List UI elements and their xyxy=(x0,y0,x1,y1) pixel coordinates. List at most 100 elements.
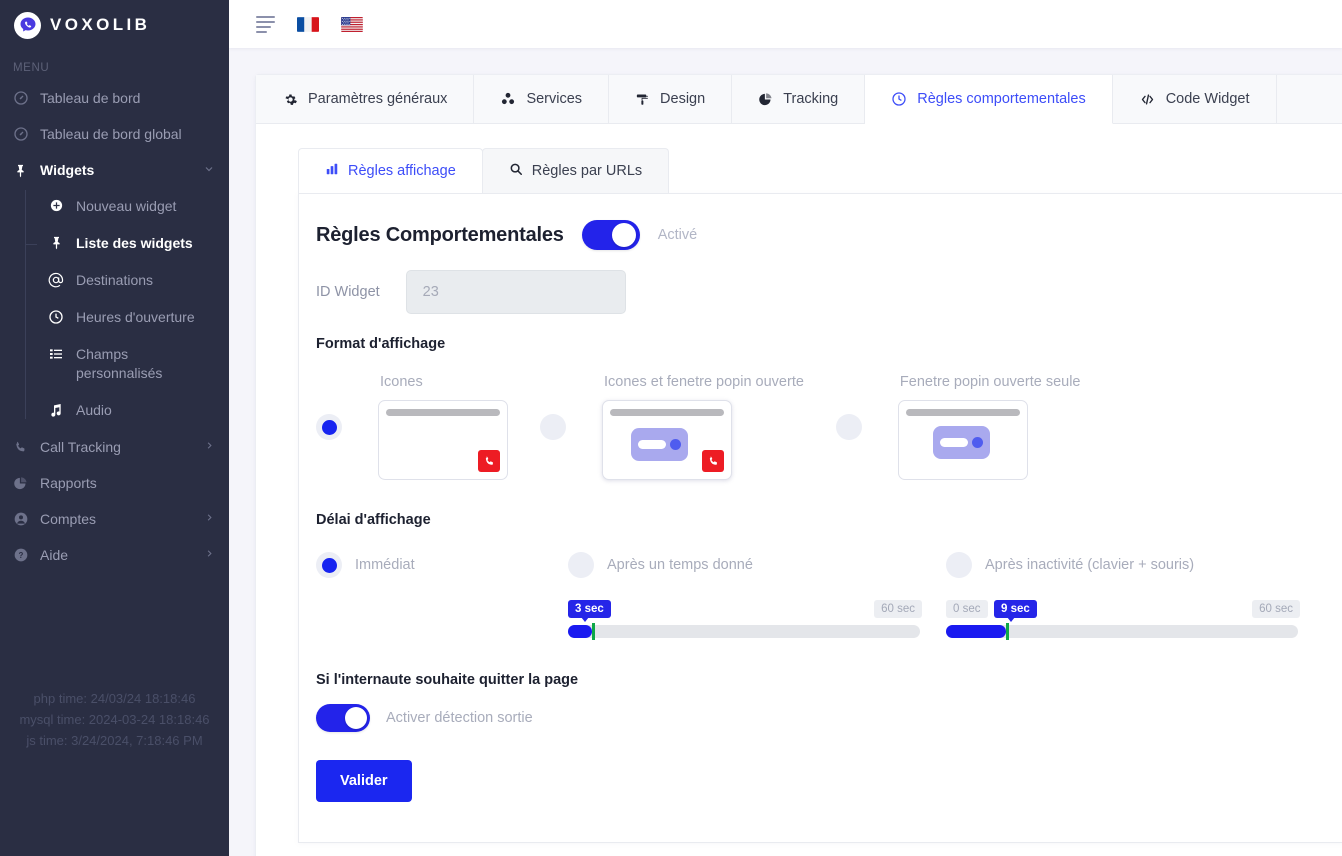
music-note-icon xyxy=(44,402,68,418)
magnifier-icon xyxy=(509,162,523,180)
toggle-knob xyxy=(345,707,367,729)
exit-intent-section: Si l'internaute souhaite quitter la page… xyxy=(316,638,1342,732)
tab-label: Tracking xyxy=(783,91,839,107)
tab-code-widget[interactable]: Code Widget xyxy=(1112,75,1277,123)
tab-regles-comportementales[interactable]: Règles comportementales xyxy=(865,75,1113,124)
tab-services[interactable]: Services xyxy=(474,75,610,123)
sidebar-subitem-label: Heures d'ouverture xyxy=(76,309,195,325)
php-time-text: php time: 24/03/24 18:18:46 xyxy=(33,691,196,706)
delay-option-apres-inactivite[interactable]: Après inactivité (clavier + souris) xyxy=(946,552,1194,578)
slider-track[interactable] xyxy=(946,623,1298,640)
slider-handle[interactable] xyxy=(592,623,595,640)
tab-label: Règles comportementales xyxy=(917,91,1086,107)
sidebar-item-tableau-de-bord[interactable]: Tableau de bord xyxy=(0,80,229,116)
sidebar-item-champs-personnalises[interactable]: Champs personnalisés xyxy=(26,336,229,392)
format-radio-icones[interactable] xyxy=(316,414,342,440)
rules-enabled-status-label: Activé xyxy=(657,227,698,243)
delay-radio-apres-temps-donne[interactable] xyxy=(568,552,594,578)
content-wrapper: Paramètres généraux Services Design Trac… xyxy=(229,48,1342,856)
valider-button[interactable]: Valider xyxy=(316,760,412,802)
sidebar-item-rapports[interactable]: Rapports xyxy=(0,465,229,501)
subtab-label: Règles affichage xyxy=(348,163,456,179)
slider-handle[interactable] xyxy=(1006,623,1009,640)
format-option-popin-seule[interactable]: Fenetre popin ouverte seule xyxy=(835,374,1081,480)
phone-icon xyxy=(702,450,724,472)
sidebar-subitem-label: Destinations xyxy=(76,272,154,288)
exit-toggle-label: Activer détection sortie xyxy=(386,710,533,726)
bar-chart-icon xyxy=(325,162,339,180)
sidebar-item-tableau-de-bord-global[interactable]: Tableau de bord global xyxy=(0,116,229,152)
format-radio-icones-et-popin[interactable] xyxy=(540,414,566,440)
subtab-regles-affichage[interactable]: Règles affichage xyxy=(298,148,483,193)
popin-dot xyxy=(670,439,681,450)
slider-inactivite[interactable]: 0 sec 9 sec 60 sec xyxy=(946,600,1324,640)
slider-captions: 0 sec 9 sec 60 sec xyxy=(946,600,1324,622)
chevron-down-icon[interactable] xyxy=(203,163,215,178)
delay-option-label: Après un temps donné xyxy=(607,557,753,573)
tab-parametres-generaux[interactable]: Paramètres généraux xyxy=(256,75,475,123)
id-widget-value: 23 xyxy=(422,284,439,300)
id-widget-input[interactable]: 23 xyxy=(405,270,626,314)
rules-enabled-toggle[interactable] xyxy=(581,220,640,250)
slider-track[interactable] xyxy=(568,623,920,640)
main-area: Paramètres généraux Services Design Trac… xyxy=(229,0,1342,856)
js-time-text: js time: 3/24/2024, 7:18:46 PM xyxy=(26,733,203,748)
sidebar-item-nouveau-widget[interactable]: Nouveau widget xyxy=(26,188,229,225)
popin-pill xyxy=(638,440,666,449)
chevron-right-icon[interactable] xyxy=(204,440,215,454)
slider-temps-donne[interactable]: 3 sec 60 sec xyxy=(568,600,946,640)
format-radio-popin-seule[interactable] xyxy=(835,414,862,440)
format-option-icones-et-popin[interactable]: Icones et fenetre popin ouverte xyxy=(540,374,804,480)
sidebar-item-liste-des-widgets[interactable]: Liste des widgets xyxy=(25,225,229,262)
sidebar-item-comptes[interactable]: Comptes xyxy=(0,501,229,537)
format-option-label: Fenetre popin ouverte seule xyxy=(899,374,1081,390)
format-option-label: Icones et fenetre popin ouverte xyxy=(604,374,804,390)
sidebar-item-call-tracking[interactable]: Call Tracking xyxy=(0,429,229,465)
french-flag[interactable] xyxy=(297,16,319,32)
exit-detection-toggle[interactable] xyxy=(316,704,370,732)
exit-section-title: Si l'internaute souhaite quitter la page xyxy=(316,672,579,688)
sidebar-subitem-label: Audio xyxy=(76,402,112,418)
format-option-label: Icones xyxy=(380,374,423,390)
preview-top-bar xyxy=(610,409,724,416)
slider-max-label: 60 sec xyxy=(1252,600,1300,618)
tab-design[interactable]: Design xyxy=(609,75,733,123)
tab-label: Design xyxy=(660,91,706,107)
sidebar-item-label: Rapports xyxy=(40,475,97,491)
tab-tracking[interactable]: Tracking xyxy=(732,75,866,123)
sidebar-item-label: Call Tracking xyxy=(40,439,121,455)
format-options: Icones Icones et fenetre popin ouverte F… xyxy=(316,352,1342,480)
at-icon xyxy=(44,272,68,288)
slider-min-label: 0 sec xyxy=(946,600,988,618)
phone-icon xyxy=(13,440,35,455)
slider-fill xyxy=(946,625,1006,638)
id-widget-label: ID Widget xyxy=(316,284,380,300)
delay-radio-apres-inactivite[interactable] xyxy=(946,552,972,578)
hamburger-icon[interactable] xyxy=(256,12,275,37)
sidebar-item-aide[interactable]: ? Aide xyxy=(0,537,229,573)
widgets-submenu: Nouveau widget Liste des widgets Destina… xyxy=(0,188,229,429)
delay-option-immediat[interactable]: Immédiat xyxy=(316,552,568,578)
subtab-regles-par-urls[interactable]: Règles par URLs xyxy=(481,148,670,193)
delay-radio-immediat[interactable] xyxy=(316,552,342,578)
chevron-right-icon[interactable] xyxy=(204,548,215,562)
chevron-right-icon[interactable] xyxy=(204,512,215,526)
id-widget-row: ID Widget 23 xyxy=(316,270,1342,336)
sidebar-item-destinations[interactable]: Destinations xyxy=(26,262,229,299)
sidebar-item-heures-douverture[interactable]: Heures d'ouverture xyxy=(26,299,229,336)
sidebar-item-audio[interactable]: Audio xyxy=(26,392,229,429)
slider-fill xyxy=(568,625,592,638)
main-tabs: Paramètres généraux Services Design Trac… xyxy=(256,75,1342,124)
subtab-label: Règles par URLs xyxy=(531,163,643,179)
page-title: Règles Comportementales xyxy=(316,223,564,246)
list-icon xyxy=(44,346,68,362)
toggle-knob xyxy=(611,223,636,247)
brand-name: VOXOLIB xyxy=(50,15,151,34)
sidebar-item-widgets[interactable]: Widgets xyxy=(0,152,229,188)
sidebar-item-label: Tableau de bord global xyxy=(40,126,182,142)
delay-option-apres-temps-donne[interactable]: Après un temps donné xyxy=(568,552,946,578)
format-option-icones[interactable]: Icones xyxy=(316,374,508,480)
preview-top-bar xyxy=(905,409,1020,416)
brand[interactable]: VOXOLIB xyxy=(0,0,229,50)
us-flag[interactable] xyxy=(341,16,363,32)
